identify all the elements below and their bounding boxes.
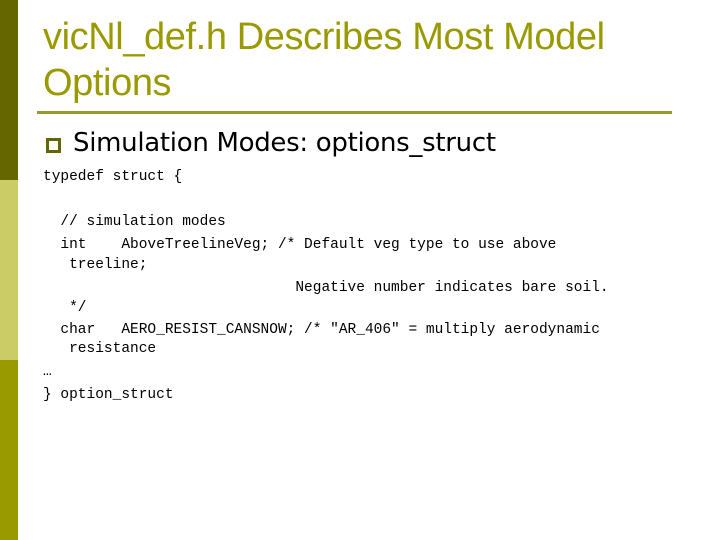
code-line: …: [43, 364, 52, 380]
code-line: // simulation modes: [43, 214, 226, 230]
title-divider: [37, 111, 672, 114]
bullet-item: Simulation Modes: options_struct: [46, 128, 496, 158]
code-line: treeline;: [43, 257, 148, 273]
square-bullet-icon: [46, 137, 61, 153]
code-line: int AboveTreelineVeg; /* Default veg typ…: [43, 237, 557, 253]
sidebar-accent-bottom: [0, 360, 18, 540]
code-line: typedef struct {: [43, 169, 183, 185]
code-line: char AERO_RESIST_CANSNOW; /* "AR_406" = …: [43, 322, 600, 338]
code-line: Negative number indicates bare soil.: [43, 280, 609, 296]
code-line: resistance: [43, 341, 157, 357]
code-line: } option_struct: [43, 387, 174, 403]
sidebar-accent-top: [0, 0, 18, 180]
code-line: */: [43, 300, 87, 316]
slide-title: vicNl_def.h Describes Most Model Options: [43, 16, 605, 104]
bullet-text: Simulation Modes: options_struct: [73, 128, 496, 158]
sidebar-accent-middle: [0, 180, 18, 360]
